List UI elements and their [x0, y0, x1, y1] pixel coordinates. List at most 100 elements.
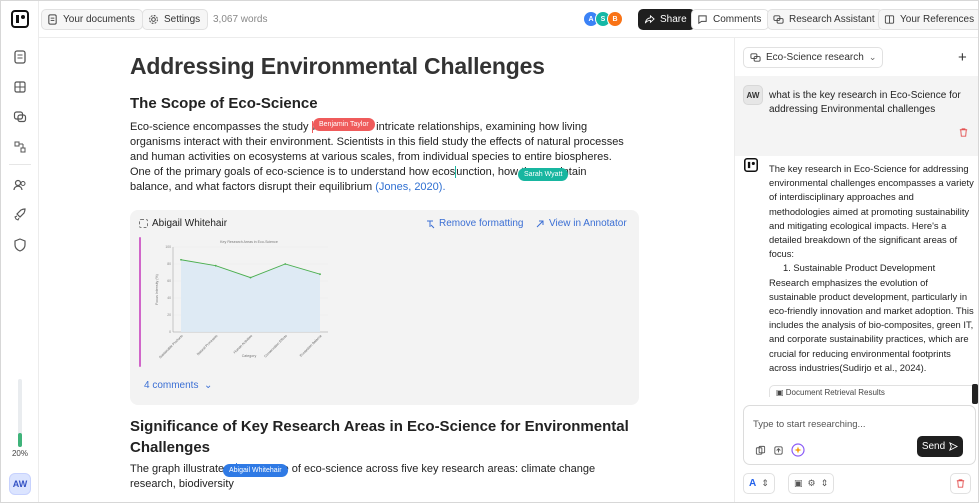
comments-count-label: 4 comments [144, 380, 199, 391]
settings-label: Settings [164, 14, 201, 25]
research-assistant-panel: Eco-Science research ⌄ + AW what is the … [734, 38, 978, 502]
comment-author: Abigail Whitehair [139, 218, 227, 229]
document-title[interactable]: Addressing Environmental Challenges [130, 53, 545, 80]
external-link-icon [536, 220, 544, 227]
user-message-avatar: AW [743, 85, 763, 105]
collaborator-avatar[interactable]: B [607, 11, 623, 27]
nodes-icon[interactable] [12, 139, 28, 155]
user-message-text: what is the key research in Eco-Science … [769, 90, 961, 115]
chevron-updown-icon: ⇕ [761, 478, 769, 488]
document-icon[interactable] [12, 49, 28, 65]
chart-point [214, 264, 217, 267]
section-heading-scope[interactable]: The Scope of Eco-Science [130, 95, 318, 112]
commented-block[interactable]: Abigail Whitehair Remove formatting View… [130, 210, 639, 405]
chart-x-tick: Natural Processes [196, 334, 219, 357]
progress-bar [18, 379, 22, 447]
model-logo-icon: A [749, 478, 757, 489]
source-selector[interactable]: ▣ ⚙ ⇕ [788, 473, 835, 494]
select-box-icon [139, 219, 148, 228]
chart-y-tick: 20 [167, 313, 171, 317]
chevron-down-icon: ⌄ [868, 52, 877, 62]
assistant-body: Research emphasizes the evolution of sus… [769, 276, 974, 373]
research-topic-dropdown[interactable]: Eco-Science research ⌄ [743, 47, 884, 68]
comment-icon [698, 15, 707, 25]
chart-y-tick: 0 [169, 330, 171, 334]
book-icon: ▣ [794, 478, 803, 488]
model-selector[interactable]: A ⇕ [743, 473, 775, 494]
document-editor[interactable]: Addressing Environmental Challenges The … [130, 38, 642, 502]
share-button[interactable]: Share [638, 9, 695, 30]
chart-point [284, 263, 287, 265]
chat-icon[interactable] [12, 109, 28, 125]
share-icon [644, 14, 655, 24]
view-in-annotator-button[interactable]: View in Annotator [535, 218, 627, 229]
chart-point [249, 276, 252, 279]
chat-icon [750, 53, 761, 62]
send-label: Send [921, 441, 946, 452]
upload-icon[interactable] [773, 445, 784, 456]
paragraph-text: The graph illustrates t [130, 463, 236, 475]
chevron-updown-icon: ⇕ [820, 478, 829, 488]
chart-y-tick: 80 [167, 262, 171, 266]
shield-icon[interactable] [12, 237, 28, 253]
cursor-tag: Sarah Wyatt [518, 168, 569, 181]
chart-y-tick: 40 [167, 296, 171, 300]
cursor-tag: Benjamin Taylor [313, 118, 375, 131]
gear-icon: ⚙ [807, 478, 816, 488]
paragraph-text: Eco-science encompasses the study [130, 121, 312, 133]
add-icon[interactable]: + [958, 49, 967, 66]
rail-divider [9, 164, 31, 165]
grid-icon[interactable] [12, 79, 28, 95]
trash-icon [956, 479, 965, 488]
comments-button[interactable]: Comments [691, 9, 770, 30]
sparkle-icon[interactable] [791, 443, 805, 457]
remove-formatting-button[interactable]: Remove formatting [425, 218, 523, 229]
chart-area-fill [181, 259, 320, 332]
area-chart[interactable]: Key Research Areas in Eco-Science Focus … [143, 235, 343, 369]
assistant-logo-icon [744, 158, 758, 172]
comment-highlight-bar [139, 237, 141, 367]
chat-icon [773, 15, 784, 24]
comments-count-toggle[interactable]: 4 comments ⌄ [144, 380, 212, 391]
research-input[interactable]: Type to start researching... [753, 419, 865, 430]
send-button[interactable]: Send [917, 436, 963, 457]
progress-label: 20% [11, 449, 28, 458]
app-logo-icon[interactable] [11, 10, 29, 28]
citation-link[interactable]: (Jones, 2020). [375, 181, 445, 193]
paragraph-significance[interactable]: The graph illustrates tmportance of eco-… [130, 462, 630, 492]
document-retrieval-results[interactable]: ▣ Document Retrieval Results [769, 385, 977, 397]
retrieval-label: Document Retrieval Results [785, 388, 885, 397]
comments-label: Comments [713, 14, 762, 25]
your-documents-button[interactable]: Your documents [41, 9, 143, 30]
references-icon [884, 15, 895, 24]
panel-scrollbar[interactable] [972, 384, 978, 404]
research-input-box[interactable]: Type to start researching... Send [743, 405, 976, 465]
settings-button[interactable]: Settings [142, 9, 209, 30]
chart-x-tick: Human Activities [233, 334, 254, 355]
users-icon[interactable] [12, 177, 28, 193]
chart-x-label: Category [242, 354, 257, 358]
collaborator-avatars[interactable]: ASB [583, 11, 623, 27]
remove-formatting-label: Remove formatting [439, 218, 524, 229]
document-icon [48, 14, 57, 25]
research-assistant-button[interactable]: Research Assistant [767, 9, 883, 30]
your-documents-label: Your documents [63, 14, 135, 25]
trash-icon[interactable] [958, 127, 969, 138]
chevron-down-icon: ⌄ [204, 380, 213, 391]
clear-chat-button[interactable] [950, 473, 971, 494]
your-references-label: Your References [900, 14, 975, 25]
user-avatar[interactable]: AW [9, 473, 31, 495]
chart-y-label: Focus Intensity (%) [155, 274, 159, 305]
attachment-icon[interactable] [755, 445, 766, 456]
rocket-icon[interactable] [12, 207, 28, 223]
your-references-button[interactable]: Your References [878, 9, 978, 30]
section-heading-significance[interactable]: Significance of Key Research Areas in Ec… [130, 416, 630, 458]
chart-x-tick: Ecosystem Balance [299, 334, 323, 358]
chart-y-tick: 100 [165, 245, 171, 249]
word-count: 3,067 words [213, 14, 268, 25]
chart-point [319, 273, 321, 276]
chart-x-tick: Conservation Efforts [263, 334, 288, 359]
view-in-annotator-label: View in Annotator [549, 218, 627, 229]
paragraph-scope[interactable]: Eco-science encompasses the study ms and… [130, 120, 630, 195]
assistant-message: The key research in Eco-Science for addr… [769, 162, 977, 375]
